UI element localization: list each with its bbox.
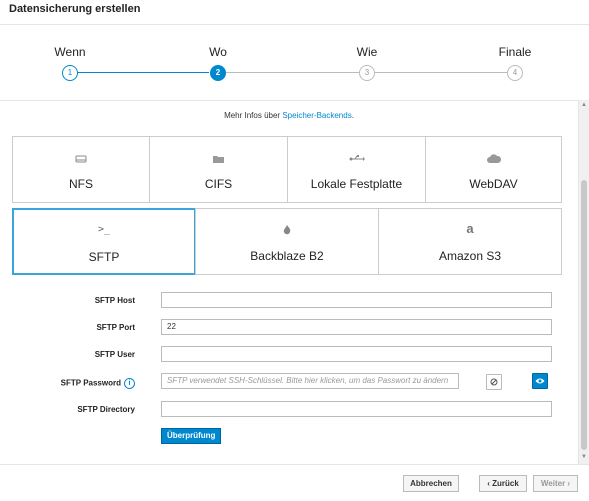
flame-icon (196, 223, 378, 241)
amazon-icon: a (466, 221, 474, 236)
backend-label: NFS (69, 177, 93, 191)
scroll-up-icon[interactable]: ▲ (579, 102, 589, 108)
backend-label: SFTP (88, 250, 120, 264)
drive-icon (13, 151, 149, 169)
cloud-icon (426, 151, 561, 169)
dialog-footer: Abbrechen ‹ Zurück Weiter › (0, 464, 589, 501)
sftp-password-label: SFTP Password (60, 378, 121, 388)
sftp-port-label: SFTP Port (96, 323, 135, 332)
backend-label: Amazon S3 (438, 249, 502, 263)
dialog-title: Datensicherung erstellen (9, 3, 141, 15)
step-connector (226, 72, 359, 73)
step-label-when: Wenn (54, 45, 86, 59)
storage-backends-link[interactable]: Speicher-Backends (282, 111, 351, 120)
info-prefix: Mehr Infos über (224, 111, 281, 120)
dialog-header: Datensicherung erstellen (0, 0, 589, 25)
backend-tile-backblaze-b2[interactable]: Backblaze B2 (195, 208, 379, 275)
sftp-port-input[interactable]: 22 (161, 319, 552, 335)
backend-label: Backblaze B2 (250, 249, 324, 263)
scroll-thumb[interactable] (581, 180, 587, 450)
backend-label: WebDAV (469, 177, 518, 191)
step-connector (375, 72, 507, 73)
sftp-directory-input[interactable] (161, 401, 552, 417)
step-connector (78, 72, 209, 73)
step-label-how: Wie (356, 45, 378, 59)
step-label-final: Finale (498, 45, 532, 59)
eye-icon (535, 378, 545, 384)
sftp-password-placeholder: SFTP verwendet SSH-Schlüssel. Bitte hier… (167, 376, 449, 385)
sftp-user-label: SFTP User (94, 350, 135, 359)
step-label-where: Wo (209, 45, 227, 59)
backend-label: Lokale Festplatte (310, 177, 403, 191)
step-3-indicator: 3 (359, 65, 375, 81)
next-button[interactable]: Weiter › (533, 475, 578, 492)
folder-icon (150, 151, 287, 169)
terminal-icon: >_ (97, 224, 111, 235)
scroll-down-icon[interactable]: ▼ (579, 454, 589, 460)
check-button[interactable]: Überprüfung (161, 428, 222, 444)
backend-info-text: Mehr Infos über Speicher-Backends. (0, 111, 578, 120)
step-1-indicator[interactable]: 1 (62, 65, 78, 81)
backend-tile-amazon-s3[interactable]: a Amazon S3 (378, 208, 562, 275)
content-scrollbar[interactable]: ▲ ▼ (578, 100, 589, 464)
show-password-button[interactable] (532, 373, 548, 389)
sftp-host-label: SFTP Host (94, 296, 135, 305)
sftp-password-label-wrap: SFTP Password i (10, 378, 135, 389)
backend-label: CIFS (204, 177, 233, 191)
wizard-steps: Wenn 1 Wo 2 Wie 3 Finale 4 (0, 25, 589, 100)
sftp-host-input[interactable] (161, 292, 552, 308)
back-button[interactable]: ‹ Zurück (479, 475, 527, 492)
backend-tile-local-disk[interactable]: Lokale Festplatte (287, 136, 426, 203)
ban-icon (490, 378, 498, 386)
sftp-password-input[interactable]: SFTP verwendet SSH-Schlüssel. Bitte hier… (161, 373, 459, 389)
backend-tile-cifs[interactable]: CIFS (149, 136, 288, 203)
wizard-content: Mehr Infos über Speicher-Backends. NFS C… (0, 100, 578, 465)
usb-icon (288, 151, 425, 169)
info-suffix: . (351, 111, 354, 120)
sftp-directory-label: SFTP Directory (77, 405, 135, 414)
backend-tile-webdav[interactable]: WebDAV (425, 136, 562, 203)
backend-tile-sftp[interactable]: >_ SFTP (12, 208, 196, 275)
clear-password-button[interactable] (486, 374, 502, 390)
info-icon[interactable]: i (124, 378, 135, 389)
cancel-button[interactable]: Abbrechen (403, 475, 459, 492)
step-4-indicator: 4 (507, 65, 523, 81)
sftp-user-input[interactable] (161, 346, 552, 362)
backend-tile-nfs[interactable]: NFS (12, 136, 150, 203)
step-2-indicator[interactable]: 2 (210, 65, 226, 81)
